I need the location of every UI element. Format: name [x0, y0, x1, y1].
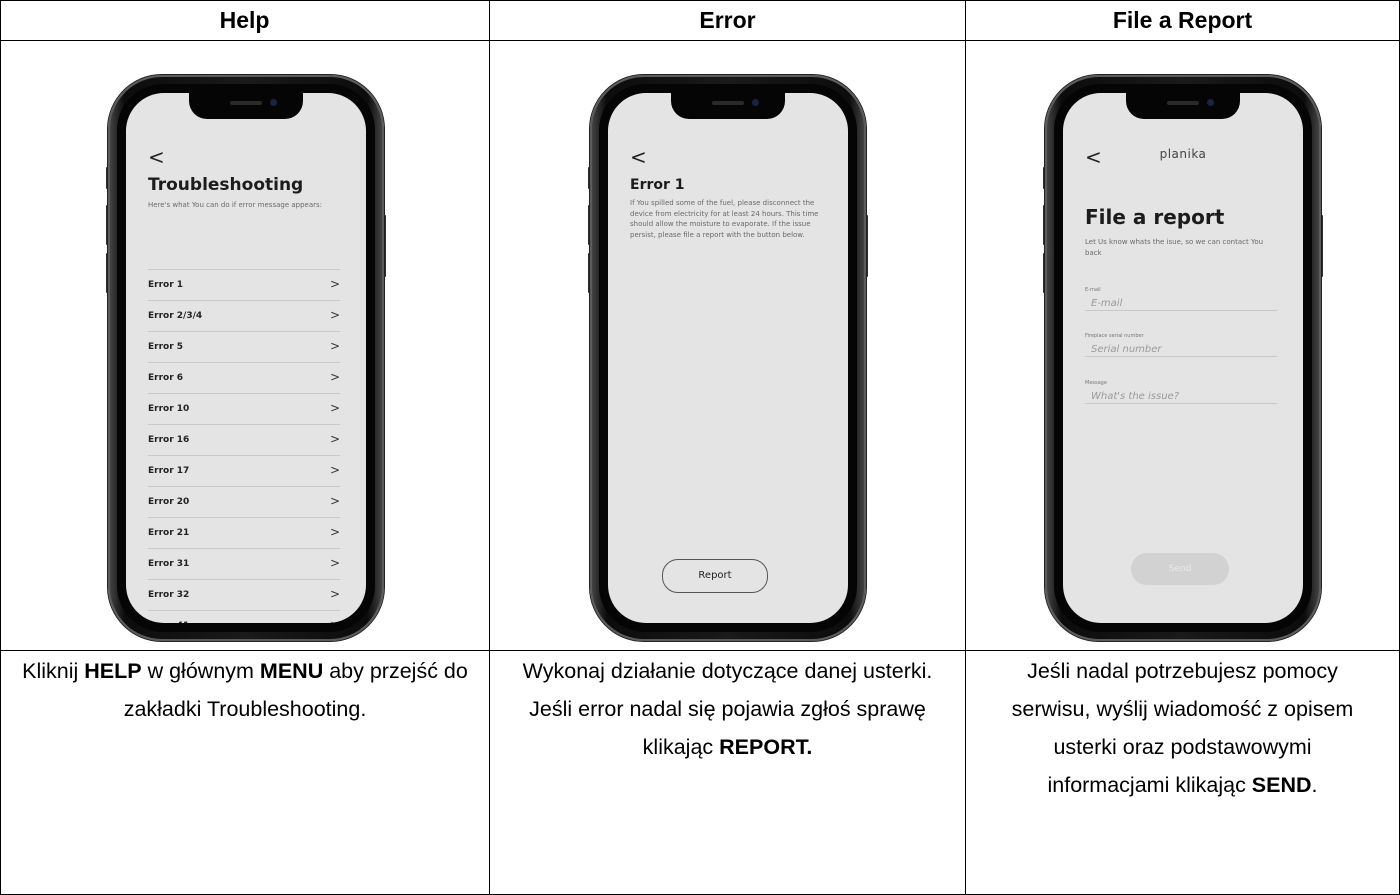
message-label: Message: [1085, 380, 1107, 386]
email-field[interactable]: [1085, 297, 1277, 311]
error-list-item[interactable]: Error 31 >: [148, 549, 340, 580]
error-list: Error 1 > Error 2/3/4 > Error 5 > Error 6 > Erro…: [148, 269, 340, 623]
error-item-label: Error 32: [148, 590, 190, 600]
report-screen: < planika File a report Let Us know what…: [1063, 93, 1303, 623]
chevron-right-icon: >: [329, 525, 340, 539]
file-report-title: File a report: [1085, 205, 1225, 229]
instruction-table: Help Error File a Report < Troubleshooti…: [0, 0, 1400, 895]
error-item-label: Error 6: [148, 373, 184, 383]
serial-number-field[interactable]: [1085, 343, 1277, 357]
chevron-right-icon: >: [330, 618, 340, 623]
error-list-item[interactable]: Error 5 >: [148, 332, 340, 363]
chevron-right-icon: >: [329, 277, 340, 291]
error-list-item[interactable]: Error 16 >: [148, 425, 340, 456]
error-title: Error 1: [630, 177, 685, 193]
caption-error: Wykonaj działanie dotyczące danej usterk…: [505, 652, 950, 766]
caption-text: .: [1311, 773, 1318, 797]
chevron-right-icon: >: [329, 432, 340, 446]
send-button[interactable]: Send: [1131, 553, 1229, 585]
table-column-divider-2: [965, 0, 966, 895]
caption-keyword: REPORT.: [719, 735, 813, 759]
error-item-label: Error 1: [148, 280, 184, 290]
help-screen: < Troubleshooting Here's what You can do…: [126, 93, 366, 623]
speaker-grille: [230, 101, 262, 105]
error-item-label: Error 41: [148, 621, 189, 623]
report-button[interactable]: Report: [662, 559, 768, 593]
error-item-label: Error 10: [148, 404, 190, 414]
phone-notch: [1126, 93, 1240, 119]
error-list-item[interactable]: Error 21 >: [148, 518, 340, 549]
phone-notch: [189, 93, 303, 119]
table-column-divider-1: [489, 0, 490, 895]
error-list-item[interactable]: Error 17 >: [148, 456, 340, 487]
error-list-item[interactable]: Error 1 >: [148, 270, 340, 301]
caption-text: w głównym: [141, 659, 260, 683]
caption-text: Kliknij: [22, 659, 85, 683]
chevron-right-icon: >: [329, 587, 340, 601]
error-item-label: Error 20: [148, 497, 190, 507]
caption-keyword: HELP: [84, 659, 142, 683]
camera-icon: [270, 99, 277, 106]
error-item-label: Error 2/3/4: [148, 311, 203, 321]
table-border-middle: [0, 650, 1400, 651]
table-border-header: [0, 40, 1400, 41]
error-description: If You spilled some of the fuel, please …: [630, 199, 819, 239]
header-file-report: File a Report: [1112, 7, 1253, 33]
phone-file-report: < planika File a report Let Us know what…: [1043, 75, 1323, 641]
error-list-item[interactable]: Error 2/3/4 >: [148, 301, 340, 332]
phone-notch: [671, 93, 785, 119]
caption-keyword: SEND: [1251, 773, 1312, 797]
phone-help: < Troubleshooting Here's what You can do…: [106, 75, 386, 641]
speaker-grille: [712, 101, 744, 105]
troubleshooting-title: Troubleshooting: [148, 175, 304, 195]
chevron-right-icon: >: [329, 370, 340, 384]
caption-file-report: Jeśli nadal potrzebujesz pomocy serwisu,…: [1000, 652, 1365, 804]
error-list-item[interactable]: Error 41 >: [148, 611, 340, 623]
camera-icon: [1207, 99, 1214, 106]
camera-icon: [752, 99, 759, 106]
serial-number-label: Fireplace serial number: [1085, 333, 1144, 339]
chevron-right-icon: >: [329, 401, 340, 415]
speaker-grille: [1167, 101, 1199, 105]
chevron-right-icon: >: [329, 339, 340, 353]
back-arrow-icon[interactable]: <: [630, 145, 647, 169]
error-list-item[interactable]: Error 20 >: [148, 487, 340, 518]
error-item-label: Error 21: [148, 528, 190, 538]
caption-help: Kliknij HELP w głównym MENU aby przejść …: [10, 652, 480, 728]
chevron-right-icon: >: [329, 463, 340, 477]
phone-error: < Error 1 If You spilled some of the fue…: [588, 75, 868, 641]
chevron-right-icon: >: [329, 494, 340, 508]
caption-keyword: MENU: [259, 659, 324, 683]
header-error: Error: [699, 7, 756, 33]
error-item-label: Error 5: [148, 342, 184, 352]
brand-logo: planika: [1159, 147, 1207, 161]
chevron-right-icon: >: [329, 308, 340, 322]
table-border-left: [0, 0, 1, 895]
message-field[interactable]: [1085, 390, 1277, 404]
error-list-item[interactable]: Error 32 >: [148, 580, 340, 611]
troubleshooting-subtitle: Here's what You can do if error message …: [148, 201, 323, 209]
error-item-label: Error 31: [148, 559, 190, 569]
chevron-right-icon: >: [329, 556, 340, 570]
file-report-subtitle: Let Us know whats the isue, so we can co…: [1085, 238, 1264, 257]
email-label: E-mail: [1085, 287, 1101, 293]
error-item-label: Error 16: [148, 435, 190, 445]
error-item-label: Error 17: [148, 466, 190, 476]
header-help: Help: [219, 7, 270, 33]
error-list-item[interactable]: Error 10 >: [148, 394, 340, 425]
error-list-item[interactable]: Error 6 >: [148, 363, 340, 394]
back-arrow-icon[interactable]: <: [148, 145, 165, 169]
error-screen: < Error 1 If You spilled some of the fue…: [608, 93, 848, 623]
